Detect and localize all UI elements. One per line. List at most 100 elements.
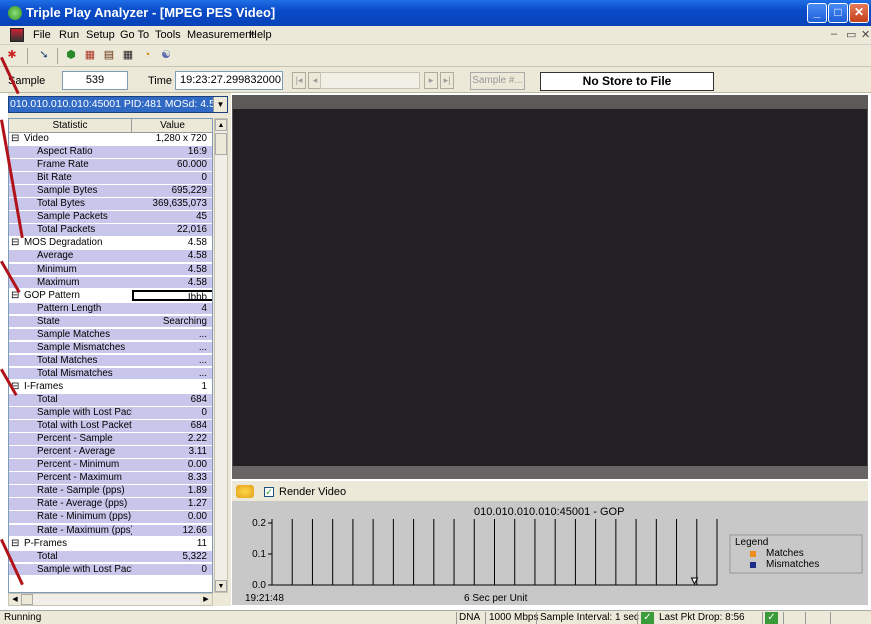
sample-bar: Sample 539 Time 19:23:27.299832000 |◂ ◂ …: [0, 67, 871, 93]
stat-name: Total Matches: [37, 354, 98, 366]
start-icon[interactable]: ⬢: [63, 48, 79, 63]
table-row[interactable]: Sample Matches...: [9, 328, 212, 341]
mdi-minimize-icon[interactable]: –: [831, 28, 837, 40]
render-video-label: Render Video: [279, 486, 347, 498]
table-row[interactable]: Rate - Average (pps) 1.27: [9, 498, 212, 510]
scroll-left-icon[interactable]: ◀: [9, 594, 21, 605]
time-field[interactable]: 19:23:27.299832000: [175, 71, 283, 90]
table-row[interactable]: Pattern Length 4: [9, 302, 212, 315]
menu-file[interactable]: File: [33, 29, 51, 41]
vertical-scrollbar[interactable]: ▲ ▼: [214, 118, 228, 593]
table-row[interactable]: Maximum 4.58: [9, 276, 212, 289]
render-video-checkbox[interactable]: ✓: [264, 487, 274, 497]
close-button[interactable]: ✕: [849, 3, 869, 23]
table-row[interactable]: Total Bytes 369,635,073: [9, 198, 212, 210]
sample-slider[interactable]: [320, 72, 420, 89]
table-row[interactable]: Total 684: [9, 394, 212, 406]
graph-icon[interactable]: ◔: [139, 48, 155, 63]
stat-name: MOS Degradation: [9, 237, 132, 249]
scroll-up-icon[interactable]: ▲: [215, 119, 227, 131]
table-row[interactable]: Aspect Ratio 16:9: [9, 146, 212, 158]
table-row[interactable]: Bit Rate 0: [9, 172, 212, 184]
status-divider: [536, 612, 537, 624]
menu-setup[interactable]: Setup: [86, 29, 115, 41]
mdi-restore-icon[interactable]: ▭: [846, 28, 856, 41]
stream-selector[interactable]: 010.010.010.010:45001 PID:481 MOSd: 4.5 …: [8, 96, 228, 113]
capture-icon[interactable]: ▦: [82, 48, 98, 63]
table-row[interactable]: Total Mismatches...: [9, 367, 212, 380]
table-row[interactable]: Total Packets 22,016: [9, 224, 212, 236]
table-row[interactable]: Sample with Lost Pack 0: [9, 407, 212, 419]
table-row[interactable]: Percent - Maximum 8.33: [9, 472, 212, 484]
table-section-row[interactable]: MOS Degradation 4.58: [9, 237, 212, 249]
scroll-right-icon[interactable]: ▶: [200, 594, 212, 605]
column-header-statistic[interactable]: Statistic: [9, 119, 132, 133]
stat-name: Percent - Sample: [37, 433, 113, 445]
stats-icon[interactable]: ▤: [101, 48, 117, 63]
grid-icon[interactable]: ▦: [120, 48, 136, 63]
stat-value[interactable]: Ibbb: [132, 289, 212, 302]
stat-value: 684: [190, 420, 207, 432]
stat-value: 5,322: [182, 550, 207, 562]
first-sample-button[interactable]: |◂: [292, 72, 306, 89]
mdi-close-icon[interactable]: ✕: [861, 28, 870, 41]
horizontal-scrollbar[interactable]: ◀ ▶: [8, 593, 213, 606]
menu-help[interactable]: Help: [249, 29, 272, 41]
table-section-row[interactable]: I-Frames 1: [9, 380, 212, 393]
check-icon: ✓: [765, 612, 778, 624]
table-row[interactable]: Rate - Sample (pps) 1.89: [9, 485, 212, 497]
sun-icon[interactable]: [236, 485, 254, 498]
menu-measurement[interactable]: Measurement: [187, 29, 254, 41]
menu-goto[interactable]: Go To: [120, 29, 149, 41]
table-row[interactable]: Sample Mismatches...: [9, 341, 212, 354]
table-row[interactable]: Minimum 4.58: [9, 263, 212, 276]
stat-name: GOP Pattern: [9, 290, 132, 302]
table-row[interactable]: Rate - Minimum (pps) 0.00: [9, 511, 212, 524]
table-section-row[interactable]: Video 1,280 x 720: [9, 133, 212, 145]
menu-run[interactable]: Run: [59, 29, 79, 41]
help-icon[interactable]: ☯: [158, 48, 174, 63]
stat-name: Rate - Minimum (pps): [37, 511, 132, 523]
maximize-button[interactable]: □: [828, 3, 848, 23]
table-row[interactable]: Total 5,322: [9, 550, 212, 563]
table-row[interactable]: Frame Rate 60.000: [9, 159, 212, 171]
chevron-down-icon[interactable]: ▼: [213, 97, 227, 112]
scroll-thumb[interactable]: [21, 594, 33, 605]
minimize-button[interactable]: _: [807, 3, 827, 23]
table-row[interactable]: State Searching: [9, 315, 212, 328]
table-section-row[interactable]: P-Frames 11: [9, 537, 212, 550]
stat-value: 1: [201, 380, 207, 392]
table-row[interactable]: Rate - Maximum (pps) 12.66: [9, 524, 212, 537]
scroll-thumb[interactable]: [215, 133, 227, 155]
store-to-file-box[interactable]: No Store to File: [540, 72, 714, 91]
table-row[interactable]: Sample with Lost Pack 0: [9, 563, 212, 576]
table-row[interactable]: Total Matches...: [9, 354, 212, 367]
table-row[interactable]: Percent - Sample 2.22: [9, 433, 212, 445]
table-row[interactable]: Sample Packets 45: [9, 211, 212, 223]
stat-name: Total Mismatches: [37, 367, 113, 379]
status-divider: [805, 612, 806, 624]
stat-value: 8.33: [187, 472, 207, 484]
sample-number-button[interactable]: Sample #...: [470, 72, 525, 90]
stat-value: Searching: [162, 315, 207, 327]
check-icon: ✓: [641, 612, 654, 624]
table-row[interactable]: Total with Lost Packet 684: [9, 420, 212, 432]
document-icon[interactable]: [10, 28, 24, 42]
table-row[interactable]: Percent - Minimum 0.00: [9, 459, 212, 471]
sample-number-field[interactable]: 539: [62, 71, 128, 90]
status-last-drop: Last Pkt Drop: 8:56: [659, 612, 745, 623]
stat-name: Rate - Maximum (pps): [37, 524, 132, 536]
cursor-icon[interactable]: ➘: [36, 48, 52, 63]
scroll-down-icon[interactable]: ▼: [215, 580, 227, 592]
last-sample-button[interactable]: ▸|: [440, 72, 454, 89]
chart-x-start: 19:21:48: [245, 593, 284, 604]
menu-tools[interactable]: Tools: [155, 29, 181, 41]
table-row[interactable]: Sample Bytes 695,229: [9, 185, 212, 197]
table-row[interactable]: Percent - Average 3.11: [9, 446, 212, 458]
column-header-value[interactable]: Value: [132, 119, 212, 133]
table-row[interactable]: Average 4.58: [9, 250, 212, 263]
next-sample-button[interactable]: ▸: [424, 72, 438, 89]
table-section-row[interactable]: GOP PatternIbbb: [9, 289, 212, 302]
status-divider: [456, 612, 457, 624]
filter-icon[interactable]: ✱: [4, 48, 20, 63]
